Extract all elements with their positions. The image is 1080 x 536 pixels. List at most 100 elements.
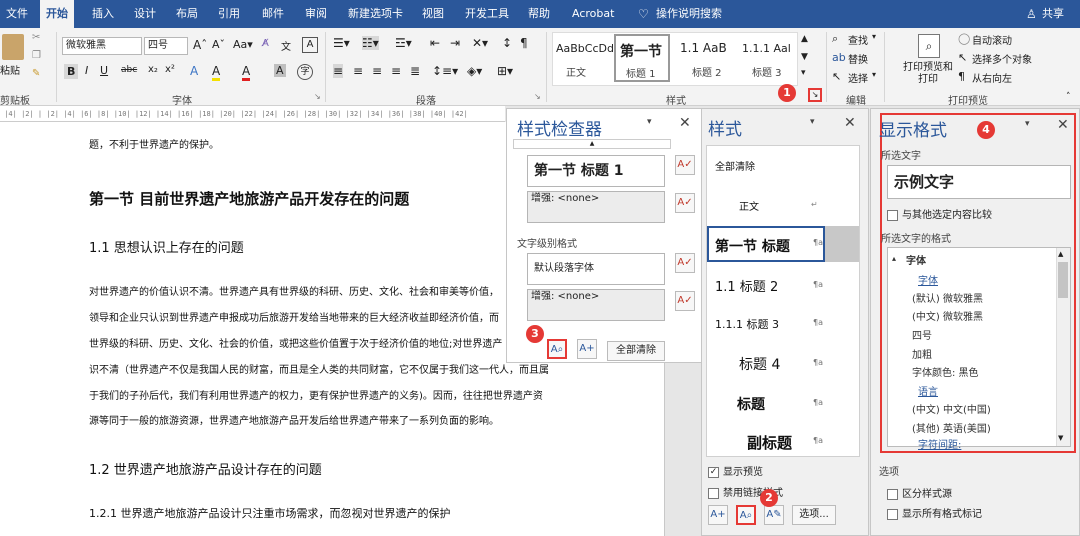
scroll-down-icon[interactable]: ▼ bbox=[1058, 434, 1063, 442]
style-sample-normal[interactable]: AaBbCcDd bbox=[556, 42, 614, 55]
chinese-layout-icon[interactable]: ✕▾ bbox=[472, 36, 488, 50]
select-icon[interactable]: ↖ bbox=[832, 70, 841, 83]
gallery-more-icon[interactable]: ▾ bbox=[801, 68, 806, 78]
reveal-formatting-icon[interactable]: A⌕ bbox=[547, 339, 567, 359]
style-item-heading4[interactable]: 标题 4 bbox=[739, 354, 780, 374]
paste-button[interactable]: 粘贴 bbox=[0, 62, 20, 77]
para-plus-box[interactable]: 增强: <none> bbox=[527, 191, 665, 223]
scroll-up-icon[interactable]: ▲ bbox=[1058, 250, 1063, 258]
styles-dialog-launcher-icon[interactable]: ↘ bbox=[808, 88, 822, 102]
change-case-icon[interactable]: Aa▾ bbox=[233, 38, 253, 51]
rtl-button[interactable]: 从右向左 bbox=[972, 70, 1012, 85]
style-item-heading2[interactable]: 1.1 标题 2 bbox=[715, 276, 778, 295]
tab-home[interactable]: 开始 bbox=[40, 0, 74, 28]
style-item-clear-all[interactable]: 全部清除 bbox=[715, 158, 755, 173]
char-plus-box[interactable]: 增强: <none> bbox=[527, 289, 665, 321]
tell-me-search[interactable]: 操作说明搜索 bbox=[650, 0, 728, 28]
shrink-font-icon[interactable]: Aˇ bbox=[212, 38, 225, 51]
clear-format-icon[interactable]: A̸ bbox=[262, 38, 269, 49]
tab-developer[interactable]: 开发工具 bbox=[459, 0, 515, 28]
justify-icon[interactable]: ≡ bbox=[391, 64, 401, 78]
distinguish-source-checkbox[interactable]: 区分样式源 bbox=[887, 485, 952, 500]
tab-design[interactable]: 设计 bbox=[128, 0, 162, 28]
char-shading-button[interactable]: A bbox=[274, 64, 286, 77]
tab-references[interactable]: 引用 bbox=[212, 0, 246, 28]
style-sample-heading3[interactable]: 1.1.1 Aal bbox=[742, 42, 796, 55]
gallery-up-icon[interactable]: ▲ bbox=[801, 34, 808, 44]
style-item-title[interactable]: 标题 bbox=[737, 394, 765, 414]
style-inspector-icon[interactable]: A⌕ bbox=[736, 505, 756, 525]
tab-help[interactable]: 帮助 bbox=[522, 0, 556, 28]
char-style-box[interactable]: 默认段落字体 bbox=[527, 253, 665, 285]
show-preview-checkbox[interactable]: ✓ 显示预览 bbox=[708, 463, 763, 478]
decrease-indent-icon[interactable]: ⇤ bbox=[430, 36, 440, 50]
grow-font-icon[interactable]: Aˆ bbox=[193, 38, 207, 52]
highlight-button[interactable]: A bbox=[212, 64, 221, 81]
font-size-combo[interactable]: 四号 bbox=[144, 37, 188, 55]
subscript-button[interactable]: x₂ bbox=[148, 64, 158, 75]
close-icon[interactable]: ✕ bbox=[844, 115, 856, 131]
formatting-tree[interactable]: ▴ 字体 字体 (默认) 微软雅黑 (中文) 微软雅黑 四号 加粗 字体颜色: … bbox=[887, 247, 1071, 451]
char-border-icon[interactable]: A bbox=[302, 37, 318, 53]
close-icon[interactable]: ✕ bbox=[679, 115, 691, 131]
clear-para-plus-icon[interactable]: A✓ bbox=[675, 193, 695, 213]
char-spacing-link[interactable]: 字符间距: bbox=[918, 436, 961, 451]
gallery-down-icon[interactable]: ▼ bbox=[801, 52, 808, 62]
scrollbar-thumb[interactable] bbox=[1058, 262, 1068, 298]
tab-mailings[interactable]: 邮件 bbox=[256, 0, 290, 28]
underline-button[interactable]: U bbox=[100, 64, 108, 77]
find-button[interactable]: 查找 bbox=[848, 32, 868, 47]
align-center-icon[interactable]: ≡ bbox=[353, 64, 363, 78]
print-preview-icon[interactable]: ⌕ bbox=[918, 34, 940, 58]
collapse-ribbon-icon[interactable]: ˄ bbox=[1066, 92, 1071, 102]
style-sample-heading2[interactable]: 1.1 AaB bbox=[680, 41, 727, 55]
font-name-combo[interactable]: 微软雅黑 bbox=[62, 37, 142, 55]
select-objects-icon[interactable]: ↖ bbox=[958, 51, 967, 64]
copy-icon[interactable]: ❐ bbox=[32, 50, 41, 61]
select-button[interactable]: 选择 bbox=[848, 70, 868, 85]
shading-icon[interactable]: ◈▾ bbox=[467, 64, 482, 78]
replace-icon[interactable]: ab bbox=[832, 51, 846, 64]
reset-para-style-icon[interactable]: A✓ bbox=[675, 155, 695, 175]
font-link[interactable]: 字体 bbox=[918, 272, 938, 287]
pane-menu-icon[interactable]: ▾ bbox=[647, 117, 652, 127]
style-item-normal[interactable]: 正文 bbox=[739, 198, 759, 213]
replace-button[interactable]: 替换 bbox=[848, 51, 868, 66]
phonetic-icon[interactable]: 文 bbox=[281, 38, 291, 53]
numbering-icon[interactable]: ☷▾ bbox=[362, 36, 379, 50]
italic-button[interactable]: I bbox=[85, 64, 88, 77]
paragraph-dialog-launcher-icon[interactable]: ↘ bbox=[534, 92, 541, 101]
font-dialog-launcher-icon[interactable]: ↘ bbox=[314, 92, 321, 101]
align-right-icon[interactable]: ≡ bbox=[372, 64, 382, 78]
tab-layout[interactable]: 布局 bbox=[170, 0, 204, 28]
collapse-icon[interactable]: ▴ bbox=[892, 254, 896, 263]
strikethrough-button[interactable]: abc bbox=[121, 65, 137, 75]
tab-acrobat[interactable]: Acrobat bbox=[566, 0, 620, 28]
style-item-heading1[interactable]: 第一节 标题 bbox=[715, 236, 790, 256]
borders-icon[interactable]: ⊞▾ bbox=[497, 64, 513, 78]
clear-all-button[interactable]: 全部清除 bbox=[607, 341, 665, 361]
paste-icon[interactable] bbox=[2, 34, 24, 60]
rtl-icon[interactable]: ¶ bbox=[958, 70, 965, 83]
enclose-char-icon[interactable]: 字 bbox=[297, 64, 313, 80]
style-item-dropdown[interactable] bbox=[825, 226, 859, 262]
tab-new[interactable]: 新建选项卡 bbox=[342, 0, 409, 28]
tab-insert[interactable]: 插入 bbox=[86, 0, 120, 28]
new-style-icon[interactable]: A+ bbox=[708, 505, 728, 525]
compare-checkbox[interactable]: 与其他选定内容比较 bbox=[887, 206, 992, 221]
select-multiple-button[interactable]: 选择多个对象 bbox=[972, 51, 1032, 66]
search-icon[interactable]: ⌕ bbox=[832, 32, 838, 46]
tab-review[interactable]: 审阅 bbox=[299, 0, 333, 28]
multilevel-list-icon[interactable]: ☲▾ bbox=[395, 36, 412, 50]
increase-indent-icon[interactable]: ⇥ bbox=[450, 36, 460, 50]
font-color-button[interactable]: A bbox=[242, 64, 251, 81]
clear-char-plus-icon[interactable]: A✓ bbox=[675, 291, 695, 311]
format-painter-icon[interactable]: ✎ bbox=[32, 68, 40, 79]
distribute-icon[interactable]: ≣ bbox=[410, 64, 420, 78]
language-link[interactable]: 语言 bbox=[918, 383, 938, 398]
tab-file[interactable]: 文件 bbox=[0, 0, 34, 28]
autoscroll-icon[interactable]: ◯ bbox=[958, 32, 970, 45]
sample-text-box[interactable]: 示例文字 bbox=[887, 165, 1071, 199]
options-button[interactable]: 选项... bbox=[792, 505, 836, 525]
style-item-heading3[interactable]: 1.1.1 标题 3 bbox=[715, 316, 779, 332]
